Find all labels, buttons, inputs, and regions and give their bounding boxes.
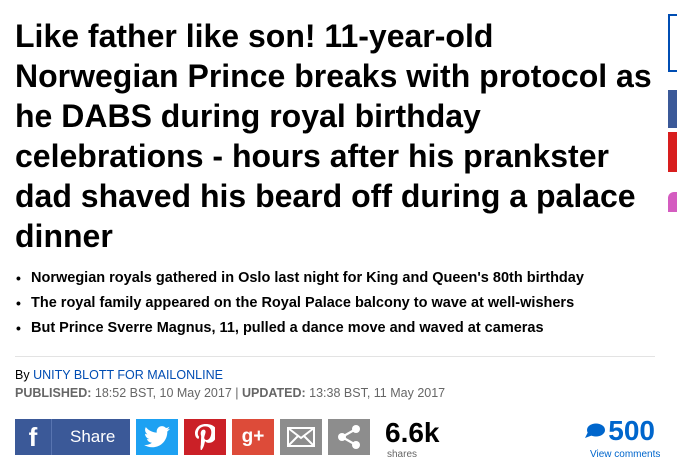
article-dates: PUBLISHED: 18:52 BST, 10 May 2017 | UPDA… xyxy=(15,384,445,403)
twitter-icon xyxy=(144,426,170,448)
summary-bullet: • Norwegian royals gathered in Oslo last … xyxy=(16,270,584,286)
facebook-share-label: Share xyxy=(70,427,116,446)
byline-prefix: By xyxy=(15,368,30,382)
right-sidebar-edge xyxy=(668,0,677,455)
comment-bubble-icon xyxy=(585,423,606,438)
summary-bullet: • But Prince Sverre Magnus, 11, pulled a … xyxy=(16,320,544,336)
sidebar-facebook-tile[interactable] xyxy=(668,90,677,128)
share-count: 6.6k xyxy=(385,417,440,448)
email-share-button[interactable] xyxy=(280,419,322,455)
updated-value: 13:38 BST, 11 May 2017 xyxy=(309,386,446,400)
share-more-icon xyxy=(338,425,360,449)
comments-count-button[interactable]: 500 xyxy=(585,415,655,447)
pinterest-icon xyxy=(195,424,215,450)
published-value: 18:52 BST, 10 May 2017 xyxy=(94,386,232,400)
article-headline: Like father like son! 11-year-old Norweg… xyxy=(15,18,652,254)
facebook-share-button[interactable]: f Share xyxy=(15,419,130,455)
more-share-button[interactable] xyxy=(328,419,370,455)
date-separator: | xyxy=(235,386,239,400)
pinterest-share-button[interactable] xyxy=(184,419,226,455)
facebook-icon: f xyxy=(15,419,52,455)
email-icon xyxy=(287,427,315,447)
updated-label: UPDATED: xyxy=(242,386,306,400)
google-plus-icon: g+ xyxy=(241,426,265,447)
summary-bullet: • The royal family appeared on the Royal … xyxy=(16,295,575,311)
comment-count: 500 xyxy=(608,415,655,446)
share-bar: f Share g+ 6.6k shares 500 View comments xyxy=(15,415,665,460)
byline: By UNITY BLOTT FOR MAILONLINE xyxy=(15,366,223,385)
google-plus-share-button[interactable]: g+ xyxy=(232,419,274,455)
sidebar-red-tile[interactable] xyxy=(668,132,677,172)
summary-bullets: • Norwegian royals gathered in Oslo last … xyxy=(15,266,655,341)
author-link[interactable]: UNITY BLOTT FOR MAILONLINE xyxy=(33,368,223,382)
byline-divider xyxy=(15,356,655,357)
published-label: PUBLISHED: xyxy=(15,386,92,400)
sidebar-pink-tile[interactable] xyxy=(668,192,677,212)
twitter-share-button[interactable] xyxy=(136,419,178,455)
sidebar-search-box[interactable] xyxy=(668,14,677,72)
